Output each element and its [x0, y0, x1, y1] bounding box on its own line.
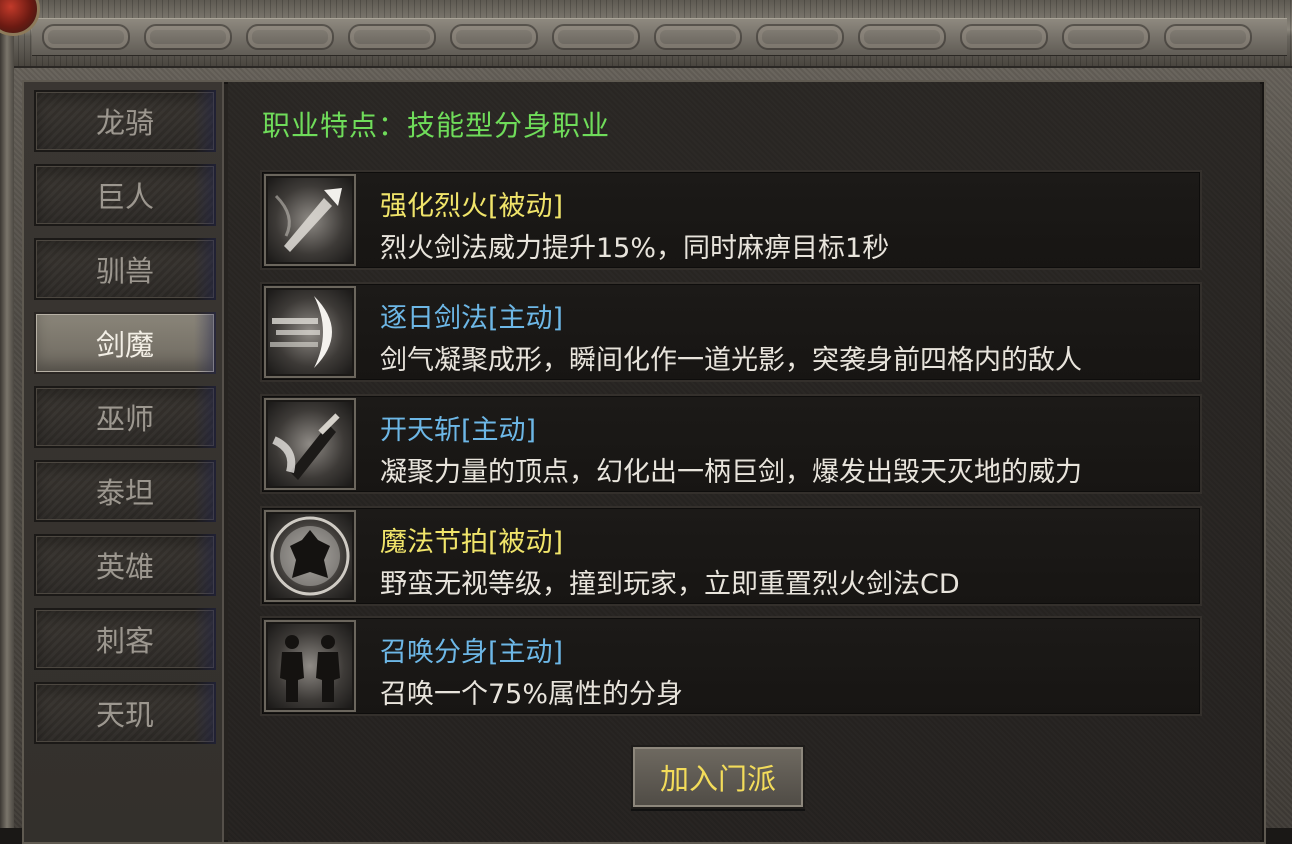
spear-strike-icon — [264, 174, 356, 266]
sidebar-item-wizard[interactable]: 巫师 — [34, 386, 216, 448]
scroll-ornament — [246, 24, 334, 50]
skill-name: 开天斩[主动] — [380, 415, 537, 446]
join-sect-button[interactable]: 加入门派 — [631, 745, 805, 809]
skill-row: 魔法节拍[被动] 野蛮无视等级，撞到玩家，立即重置烈火剑法CD — [260, 506, 1202, 606]
scroll-ornament — [1062, 24, 1150, 50]
skill-name: 逐日剑法[主动] — [380, 303, 564, 334]
skill-name: 魔法节拍[被动] — [380, 527, 564, 558]
skill-row: 召唤分身[主动] 召唤一个75%属性的分身 — [260, 616, 1202, 716]
sidebar-item-beast-tamer[interactable]: 驯兽 — [34, 238, 216, 300]
sidebar-item-giant[interactable]: 巨人 — [34, 164, 216, 226]
sidebar-item-sword-demon[interactable]: 剑魔 — [34, 312, 216, 374]
scroll-ornament — [756, 24, 844, 50]
scroll-ornament — [450, 24, 538, 50]
sidebar-item-hero[interactable]: 英雄 — [34, 534, 216, 596]
skill-description: 野蛮无视等级，撞到玩家，立即重置烈火剑法CD — [380, 569, 960, 600]
scroll-ornament — [348, 24, 436, 50]
skill-row: 强化烈火[被动] 烈火剑法威力提升15%，同时麻痹目标1秒 — [260, 170, 1202, 270]
clone-figures-icon — [264, 620, 356, 712]
sidebar-item-titan[interactable]: 泰坦 — [34, 460, 216, 522]
skill-row: 开天斩[主动] 凝聚力量的顶点，幻化出一柄巨剑，爆发出毁天灭地的威力 — [260, 394, 1202, 494]
skill-name: 召唤分身[主动] — [380, 637, 564, 668]
sidebar-item-assassin[interactable]: 刺客 — [34, 608, 216, 670]
skill-description: 凝聚力量的顶点，幻化出一柄巨剑，爆发出毁天灭地的威力 — [380, 457, 1082, 488]
top-ornament-band — [12, 0, 1292, 68]
scroll-ornament — [1164, 24, 1252, 50]
sidebar-item-dragon-knight[interactable]: 龙骑 — [34, 90, 216, 152]
scroll-ornament — [42, 24, 130, 50]
skill-name: 强化烈火[被动] — [380, 191, 564, 222]
class-trait-text: 职业特点：技能型分身职业 — [262, 109, 611, 142]
scroll-ornament — [858, 24, 946, 50]
skill-description: 召唤一个75%属性的分身 — [380, 679, 684, 710]
skill-description: 烈火剑法威力提升15%，同时麻痹目标1秒 — [380, 233, 890, 264]
scroll-ornament — [552, 24, 640, 50]
class-sidebar: 龙骑 巨人 驯兽 剑魔 巫师 泰坦 英雄 刺客 天玑 — [24, 82, 224, 842]
left-frame-rail — [0, 0, 14, 828]
ornament-row — [32, 18, 1287, 56]
skill-row: 逐日剑法[主动] 剑气凝聚成形，瞬间化作一道光影，突袭身前四格内的敌人 — [260, 282, 1202, 382]
warrior-silhouette-icon — [264, 510, 356, 602]
scroll-ornament — [144, 24, 232, 50]
sidebar-item-tianji[interactable]: 天玑 — [34, 682, 216, 744]
giant-sword-icon — [264, 398, 356, 490]
scroll-ornament — [960, 24, 1048, 50]
scroll-ornament — [654, 24, 742, 50]
light-wave-icon — [264, 286, 356, 378]
skill-description: 剑气凝聚成形，瞬间化作一道光影，突袭身前四格内的敌人 — [380, 345, 1082, 376]
